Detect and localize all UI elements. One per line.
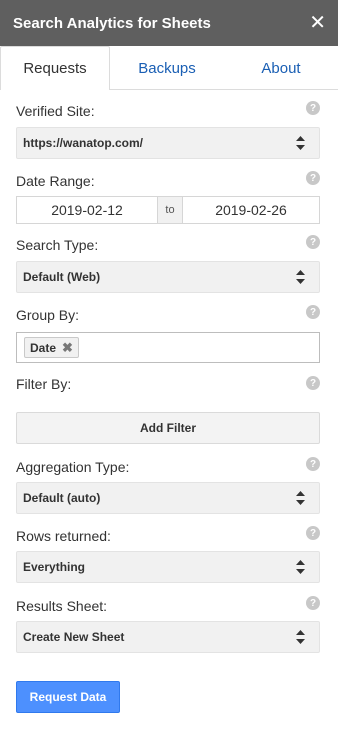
group-by-chip-label: Date [30,340,57,355]
rows-returned-help-icon[interactable]: ? [306,526,320,540]
search-type-label: Search Type: [16,237,99,253]
group-by-label: Group By: [16,307,80,323]
date-range-label: Date Range: [16,173,95,189]
verified-site-help-icon[interactable]: ? [306,101,320,115]
date-range-help-icon[interactable]: ? [306,171,320,185]
tab-divider [109,89,338,90]
select-arrows-icon [296,491,305,505]
aggregation-type-value: Default (auto) [23,491,101,505]
select-arrows-icon [296,136,305,150]
add-filter-button[interactable]: Add Filter [16,412,320,444]
select-arrows-icon [296,630,305,644]
end-date-input[interactable]: 2019-02-26 [182,196,320,224]
remove-chip-icon[interactable]: ✖ [62,340,73,356]
panel-title: Search Analytics for Sheets [13,14,211,32]
date-range-row: 2019-02-12 to 2019-02-26 [16,196,320,224]
tab-bar: Requests Backups About [0,46,338,90]
filter-by-help-icon[interactable]: ? [306,376,320,390]
search-type-select[interactable]: Default (Web) [16,261,320,293]
group-by-chip: Date ✖ [24,337,79,358]
results-sheet-help-icon[interactable]: ? [306,596,320,610]
aggregation-type-label: Aggregation Type: [16,459,130,475]
select-arrows-icon [296,560,305,574]
verified-site-label: Verified Site: [16,103,95,119]
select-arrows-icon [296,270,305,284]
close-icon[interactable]: ✕ [309,13,326,33]
search-type-value: Default (Web) [23,270,101,284]
search-type-help-icon[interactable]: ? [306,235,320,249]
results-sheet-select[interactable]: Create New Sheet [16,621,320,653]
aggregation-type-help-icon[interactable]: ? [306,457,320,471]
group-by-input[interactable]: Date ✖ [16,332,320,363]
title-bar: Search Analytics for Sheets ✕ [0,0,338,46]
tab-requests[interactable]: Requests [0,46,110,90]
results-sheet-value: Create New Sheet [23,630,125,644]
rows-returned-value: Everything [23,560,86,574]
aggregation-type-select[interactable]: Default (auto) [16,482,320,514]
rows-returned-label: Rows returned: [16,528,111,544]
verified-site-select[interactable]: https://wanatop.com/ [16,127,320,159]
tab-backups[interactable]: Backups [110,46,224,90]
start-date-input[interactable]: 2019-02-12 [16,196,158,224]
results-sheet-label: Results Sheet: [16,598,108,614]
group-by-help-icon[interactable]: ? [306,305,320,319]
request-data-button[interactable]: Request Data [16,681,120,713]
tab-about[interactable]: About [224,46,338,90]
rows-returned-select[interactable]: Everything [16,551,320,583]
verified-site-value: https://wanatop.com/ [23,136,143,150]
filter-by-label: Filter By: [16,376,72,392]
date-to-label: to [158,196,182,224]
